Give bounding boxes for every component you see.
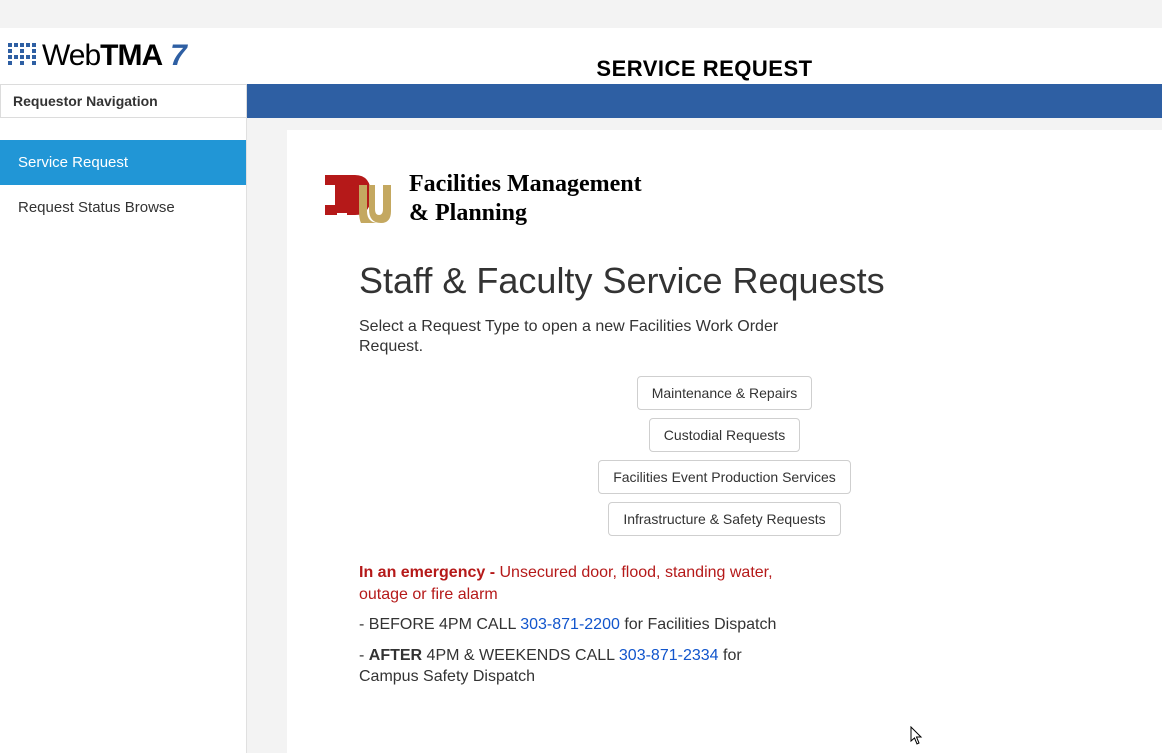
- maintenance-repairs-button[interactable]: Maintenance & Repairs: [637, 376, 813, 410]
- logo-zone: WebTMA 7: [0, 28, 247, 84]
- call-suffix: for Facilities Dispatch: [620, 616, 777, 633]
- dept-name-line1: Facilities Management: [409, 170, 642, 199]
- request-type-buttons: Maintenance & Repairs Custodial Requests…: [321, 376, 1128, 536]
- page-title-zone: SERVICE REQUEST: [247, 56, 1162, 84]
- logo-text: WebTMA: [42, 39, 162, 73]
- sidebar: Service Request Request Status Browse: [0, 118, 247, 753]
- main-heading: Staff & Faculty Service Requests: [359, 258, 1128, 303]
- page-title: SERVICE REQUEST: [247, 56, 1162, 82]
- phone-link-campus-safety[interactable]: 303-871-2334: [619, 647, 719, 664]
- call-bold-word: AFTER: [369, 647, 422, 664]
- call-prefix: -: [359, 647, 369, 664]
- sidebar-header: Requestor Navigation: [0, 84, 247, 118]
- phone-link-facilities[interactable]: 303-871-2200: [520, 616, 620, 633]
- dept-name-line2: & Planning: [409, 199, 642, 228]
- logo-version: 7: [170, 39, 187, 73]
- sidebar-item-label: Request Status Browse: [18, 199, 175, 216]
- custodial-requests-button[interactable]: Custodial Requests: [649, 418, 800, 452]
- sidebar-spacer: [0, 118, 246, 140]
- grid-icon: [8, 43, 38, 69]
- dept-logo-row: Facilities Management & Planning: [321, 170, 1128, 228]
- subtitle: Select a Request Type to open a new Faci…: [359, 317, 779, 359]
- call-line-after-4pm: - AFTER 4PM & WEEKENDS CALL 303-871-2334…: [359, 646, 799, 688]
- du-logo-icon: [321, 171, 391, 227]
- sidebar-header-label: Requestor Navigation: [13, 93, 158, 109]
- emergency-notice: In an emergency - Unsecured door, flood,…: [359, 562, 799, 605]
- content-row: Service Request Request Status Browse: [0, 118, 1162, 753]
- main-area: Facilities Management & Planning Staff &…: [247, 118, 1162, 753]
- second-row: Requestor Navigation: [0, 84, 1162, 118]
- top-spacer: [0, 0, 1162, 28]
- call-line-before-4pm: - BEFORE 4PM CALL 303-871-2200 for Facil…: [359, 615, 799, 636]
- header-row: WebTMA 7 SERVICE REQUEST: [0, 28, 1162, 84]
- header-blue-bar: [247, 84, 1162, 118]
- main-panel: Facilities Management & Planning Staff &…: [287, 130, 1162, 753]
- emergency-label: In an emergency -: [359, 564, 500, 581]
- app-logo: WebTMA 7: [8, 39, 187, 73]
- sidebar-item-request-status-browse[interactable]: Request Status Browse: [0, 185, 246, 230]
- call-prefix: - BEFORE 4PM CALL: [359, 616, 520, 633]
- infrastructure-safety-button[interactable]: Infrastructure & Safety Requests: [608, 502, 840, 536]
- sidebar-item-label: Service Request: [18, 154, 128, 171]
- sidebar-item-service-request[interactable]: Service Request: [0, 140, 246, 185]
- dept-name: Facilities Management & Planning: [409, 170, 642, 228]
- call-mid: 4PM & WEEKENDS CALL: [422, 647, 619, 664]
- facilities-event-production-button[interactable]: Facilities Event Production Services: [598, 460, 851, 494]
